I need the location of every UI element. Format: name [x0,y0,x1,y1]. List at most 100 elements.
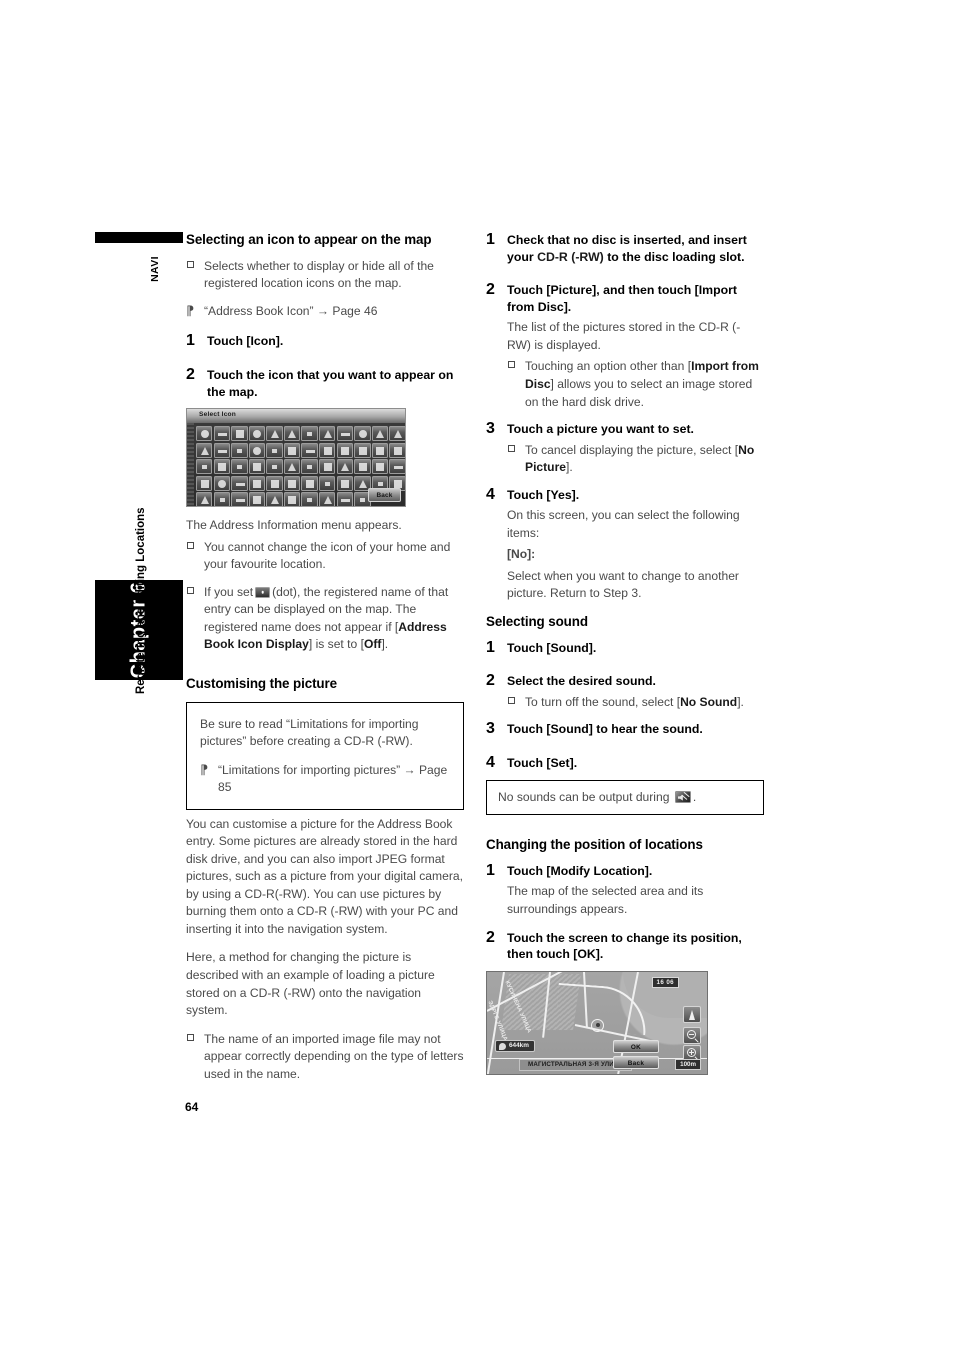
note-text: The name of an imported image file may n… [204,1031,464,1081]
step-number: 1 [486,231,495,248]
icon-cell[interactable] [196,426,213,442]
step-text: Touch the screen to change its position,… [507,930,742,962]
screenshot-scroll-strip [187,423,194,507]
note-cannot-change-home-icon: You cannot change the icon of your home … [186,539,464,574]
icon-cell[interactable] [213,492,230,508]
step4-option-label: [No]: [507,547,536,562]
icon-cell[interactable] [319,426,336,442]
back-button[interactable]: Back [368,488,401,503]
icon-cell[interactable] [371,442,389,458]
icon-cell[interactable] [301,459,318,475]
plus-icon [691,1050,693,1056]
step-select-sound: 2 Select the desired sound. [486,672,764,690]
icon-cell[interactable] [231,492,248,508]
heading-selecting-icon: Selecting an icon to appear on the map [186,232,432,247]
icon-cell[interactable] [301,426,318,442]
left-column: Selecting an icon to appear on the map S… [186,232,464,1093]
icon-cell[interactable] [213,459,230,475]
icon-cell[interactable] [283,475,301,491]
icon-cell[interactable] [248,426,266,442]
sound-step2-body: To turn off the sound, select [No Sound]… [486,694,764,712]
icon-cell[interactable] [389,459,406,475]
callout-sound-text: No sounds can be output during . [498,789,753,807]
icon-cell[interactable] [266,426,283,442]
icon-cell[interactable] [266,492,283,508]
step-text: Touch [Sound] to hear the sound. [507,722,703,737]
icon-cell[interactable] [283,459,301,475]
heading-selecting-sound: Selecting sound [486,613,588,629]
note-text: Selects whether to display or hide all o… [204,258,434,291]
icon-cell[interactable] [319,459,336,475]
step-number: 4 [486,485,495,503]
position-step1-body: The map of the selected area and its sur… [486,883,764,918]
icon-cell[interactable] [231,475,248,491]
icon-cell[interactable] [196,475,213,491]
callout-part-a: No sounds can be output during [498,789,670,804]
icon-cell[interactable] [371,426,389,442]
icon-cell[interactable] [389,442,406,458]
icon-cell[interactable] [213,426,230,442]
icon-cell[interactable] [319,492,336,508]
note-part-a: Touching an option other than [ [525,359,692,374]
page-number: 64 [185,1100,199,1114]
map-scale-indicator: 100m [675,1058,701,1070]
step-touch-desired-icon: 2 Touch the icon that you want to appear… [186,366,464,400]
icon-cell[interactable] [196,459,213,475]
square-bullet-icon [508,696,515,704]
step-touch-sound-hear: 3 Touch [Sound] to hear the sound. [486,720,764,738]
icon-cell[interactable] [283,442,301,458]
note-imported-filename: The name of an imported image file may n… [186,1031,464,1084]
icon-cell[interactable] [354,426,371,442]
step2-body-text: The list of the pictures stored in the C… [507,320,741,352]
reference-address-book-icon: ⁋ “Address Book Icon” → Page 46 [186,303,464,321]
icon-cell[interactable] [283,492,301,508]
step-text: Touch [Sound]. [507,640,597,655]
icon-cell[interactable] [266,475,283,491]
icon-cell[interactable] [248,492,266,508]
icon-cell[interactable] [336,492,354,508]
map-ok-button[interactable]: OK [613,1039,659,1053]
icon-cell[interactable] [231,459,248,475]
map-distance-badge: 644km [495,1039,535,1052]
square-bullet-icon [187,1033,194,1041]
icon-cell[interactable] [389,426,406,442]
icon-cell[interactable] [319,475,336,491]
step-touch-modify-location: 1 Touch [Modify Location]. [486,862,764,880]
note-part-a: To turn off the sound, select [ [525,694,681,709]
icon-cell[interactable] [231,426,248,442]
icon-cell[interactable] [266,459,283,475]
icon-cell[interactable] [301,475,318,491]
icon-cell[interactable] [283,426,301,442]
map-back-button[interactable]: Back [613,1055,659,1069]
icon-cell[interactable] [371,459,389,475]
note-no-picture: To cancel displaying the picture, select… [507,442,764,477]
icon-cell[interactable] [354,459,371,475]
map-screenshot: КУСИНЕНА УЛИЦА ЭДРГЕ УЛИЦА 16 06 644km М… [486,970,708,1075]
icon-cell[interactable] [301,442,318,458]
icon-cell[interactable] [196,492,213,508]
step-text: Touch [Icon]. [207,334,284,349]
icon-cell[interactable] [336,426,354,442]
icon-cell[interactable] [196,442,213,458]
step-number: 4 [486,754,495,771]
text-address-info-menu: The Address Information menu appears. [186,518,402,533]
icon-cell[interactable] [336,442,354,458]
icon-cell[interactable] [336,459,354,475]
icon-cell[interactable] [319,442,336,458]
icon-cell[interactable] [266,442,283,458]
icon-cell[interactable] [336,475,354,491]
icon-cell[interactable] [213,442,230,458]
map-zoom-out-button[interactable] [683,1026,701,1044]
square-bullet-icon [187,586,194,594]
note-part-d: ]. [381,637,389,652]
icon-cell[interactable] [248,459,266,475]
map-compass-icon[interactable] [683,1005,701,1023]
icon-cell[interactable] [231,442,248,458]
icon-cell[interactable] [213,475,230,491]
icon-cell[interactable] [301,492,318,508]
icon-cell[interactable] [248,475,266,491]
step4-body-text: On this screen, you can select the follo… [507,508,740,540]
icon-cell[interactable] [354,442,371,458]
icon-cell[interactable] [248,442,266,458]
map-cursor-icon [591,1018,604,1032]
